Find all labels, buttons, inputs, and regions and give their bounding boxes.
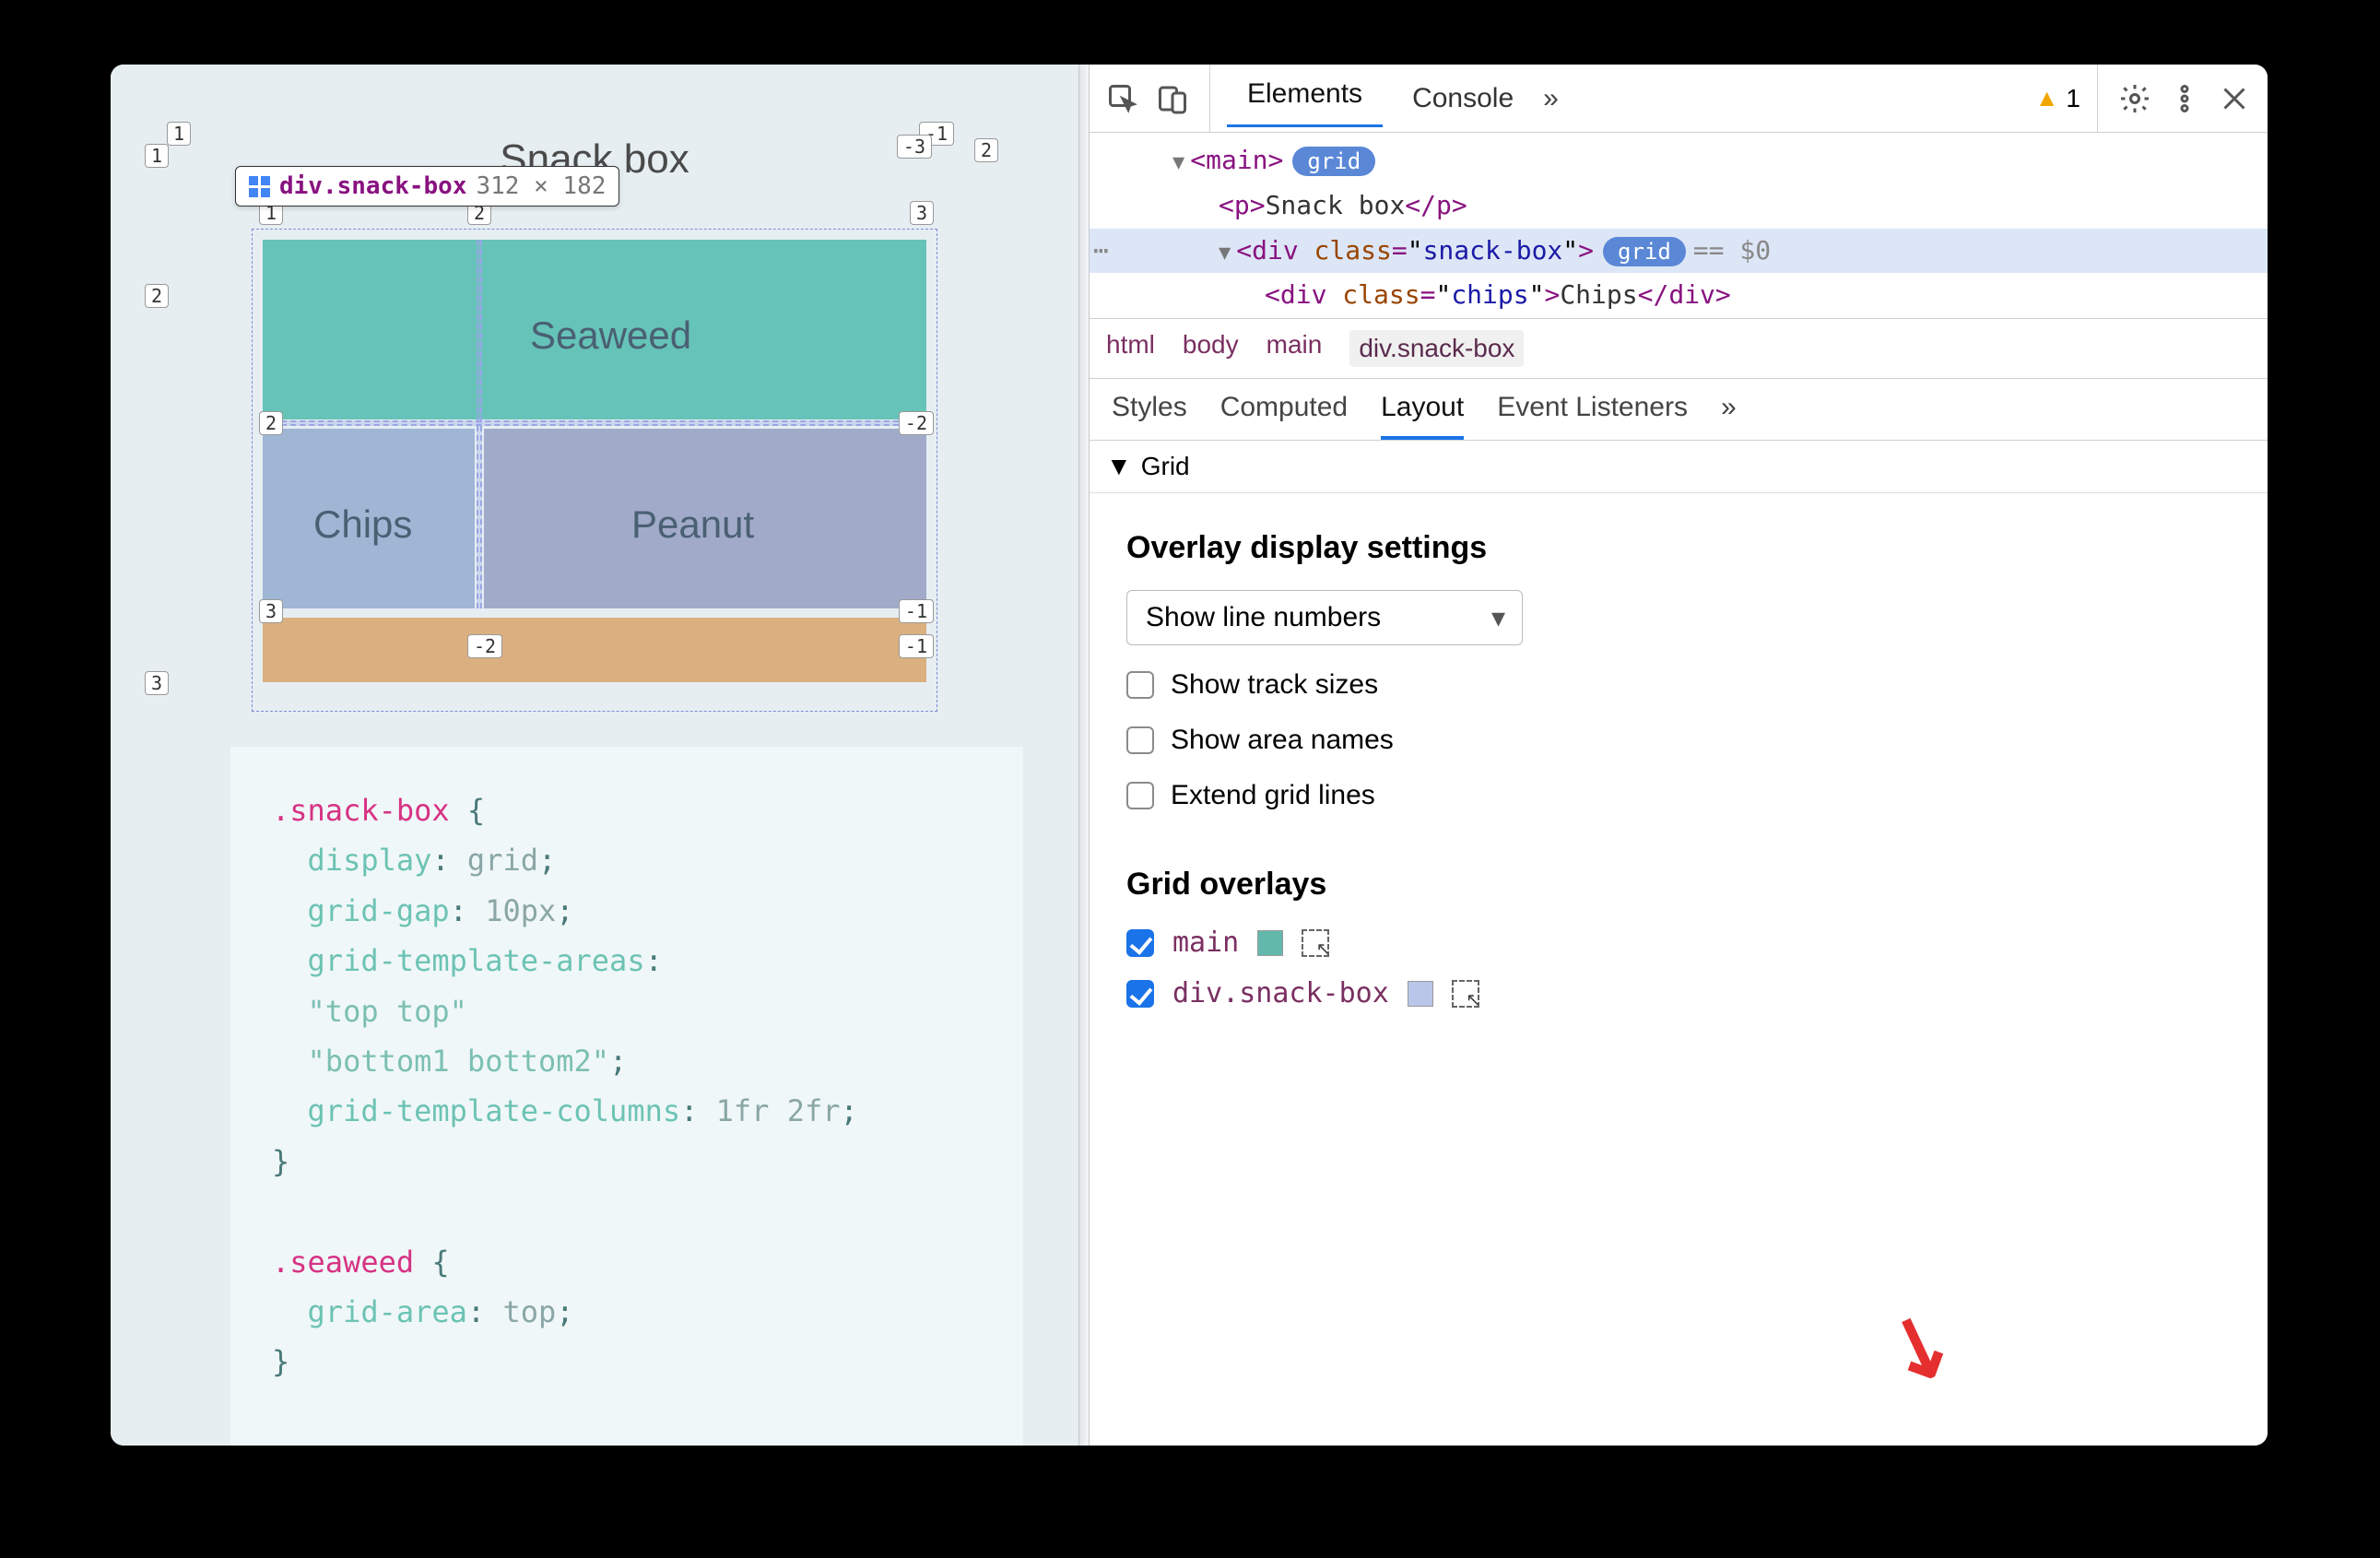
grid-overlays-heading: Grid overlays — [1126, 867, 2231, 903]
dom-node-p[interactable]: <p>Snack box</p> — [1090, 183, 2268, 229]
line-num: -2 — [899, 411, 934, 435]
checkbox[interactable] — [1126, 726, 1154, 754]
kebab-icon[interactable] — [2164, 78, 2205, 119]
line-num: 1 — [167, 122, 191, 146]
tooltip-selector: div.snack-box — [279, 172, 467, 200]
toolbar-separator — [1209, 65, 1210, 132]
warn-count: 1 — [2066, 84, 2080, 113]
line-num: 1 — [145, 144, 169, 168]
subtab-event-listeners[interactable]: Event Listeners — [1497, 392, 1688, 440]
elements-body: ▼<main>grid <p>Snack box</p> ▼<div class… — [1090, 133, 2268, 1446]
grid-section-body: Overlay display settings Show line numbe… — [1090, 493, 2268, 1446]
chips-label: Chips — [313, 502, 412, 547]
breadcrumb[interactable]: html body main div.snack-box — [1090, 318, 2268, 379]
devtools-window: Snack box div.snack-box 312 × 182 Seawee… — [111, 65, 2268, 1446]
chevron-down-icon: ▼ — [1106, 452, 1132, 481]
overlay-row-snack-box: div.snack-box — [1126, 977, 2231, 1009]
page-preview-pane: Snack box div.snack-box 312 × 182 Seawee… — [111, 65, 1078, 1446]
subtab-layout[interactable]: Layout — [1381, 392, 1464, 440]
grid-icon — [249, 176, 270, 197]
checkbox[interactable] — [1126, 671, 1154, 699]
color-swatch[interactable] — [1408, 981, 1433, 1007]
close-icon[interactable] — [2214, 78, 2255, 119]
line-num: -3 — [897, 135, 932, 159]
breadcrumb-item[interactable]: body — [1183, 330, 1239, 367]
pane-divider[interactable] — [1078, 65, 1090, 1446]
dom-tree[interactable]: ▼<main>grid <p>Snack box</p> ▼<div class… — [1090, 133, 2268, 318]
styles-subtabs: Styles Computed Layout Event Listeners » — [1090, 379, 2268, 441]
line-num: 2 — [974, 138, 998, 162]
gear-icon[interactable] — [2115, 78, 2155, 119]
css-code-block: .snack-box { display: grid; grid-gap: 10… — [230, 747, 1023, 1446]
grid-badge[interactable]: grid — [1292, 147, 1375, 176]
show-area-names-row[interactable]: Show area names — [1126, 725, 2231, 756]
overlay-row-main: main — [1126, 927, 2231, 959]
grid-frame — [252, 229, 937, 712]
overlay-name[interactable]: main — [1172, 927, 1239, 959]
tooltip-dimensions: 312 × 182 — [477, 172, 607, 200]
breadcrumb-item[interactable]: div.snack-box — [1349, 330, 1524, 367]
show-track-sizes-row[interactable]: Show track sizes — [1126, 669, 2231, 701]
devtools-pane: Elements Console » ▲1 ▼<main>grid <p>Sna… — [1090, 65, 2268, 1446]
seaweed-label: Seaweed — [530, 313, 691, 358]
peanut-label: Peanut — [631, 502, 754, 547]
grid-section-header[interactable]: ▼ Grid — [1090, 441, 2268, 493]
inspect-icon[interactable] — [1102, 78, 1143, 119]
line-num: 3 — [910, 201, 934, 225]
warnings-badge[interactable]: ▲1 — [2035, 84, 2080, 113]
breadcrumb-item[interactable]: main — [1267, 330, 1323, 367]
subtab-computed[interactable]: Computed — [1220, 392, 1348, 440]
line-num: 2 — [259, 411, 283, 435]
more-subtabs-icon[interactable]: » — [1721, 392, 1737, 440]
dom-node-chips[interactable]: <div class="chips">Chips</div> — [1090, 273, 2268, 318]
line-num: -2 — [467, 634, 502, 658]
line-num: -1 — [899, 634, 934, 658]
devtools-toolbar: Elements Console » ▲1 — [1090, 65, 2268, 133]
grid-badge[interactable]: grid — [1603, 237, 1686, 266]
subtab-styles[interactable]: Styles — [1112, 392, 1187, 440]
extend-grid-lines-row[interactable]: Extend grid lines — [1126, 780, 2231, 811]
tab-console[interactable]: Console — [1392, 74, 1534, 124]
checkbox[interactable] — [1126, 929, 1154, 957]
overlay-name[interactable]: div.snack-box — [1172, 977, 1389, 1009]
reveal-element-icon[interactable] — [1302, 929, 1329, 957]
line-num: -1 — [899, 599, 934, 623]
line-num: 3 — [145, 671, 169, 695]
checkbox[interactable] — [1126, 980, 1154, 1008]
line-num: 2 — [145, 284, 169, 308]
breadcrumb-item[interactable]: html — [1106, 330, 1155, 367]
line-numbers-select[interactable]: Show line numbers — [1126, 590, 1523, 645]
element-tooltip: div.snack-box 312 × 182 — [235, 166, 619, 207]
more-tabs-icon[interactable]: » — [1543, 83, 1559, 114]
color-swatch[interactable] — [1257, 930, 1283, 956]
line-num: 3 — [259, 599, 283, 623]
overlay-settings-heading: Overlay display settings — [1126, 530, 2231, 566]
dom-node-main[interactable]: ▼<main>grid — [1090, 138, 2268, 183]
reveal-element-icon[interactable] — [1452, 980, 1479, 1008]
checkbox[interactable] — [1126, 782, 1154, 809]
toolbar-separator — [2097, 65, 2098, 132]
device-toggle-icon[interactable] — [1152, 78, 1193, 119]
tab-elements[interactable]: Elements — [1227, 69, 1383, 127]
grid-section-title: Grid — [1141, 452, 1190, 481]
dom-node-snack-box[interactable]: ▼<div class="snack-box">grid== $0 — [1090, 229, 2268, 274]
grid-overlay-demo: Seaweed Chips Peanut 1 -1 2 1 2 1 2 -3 3… — [263, 240, 926, 701]
